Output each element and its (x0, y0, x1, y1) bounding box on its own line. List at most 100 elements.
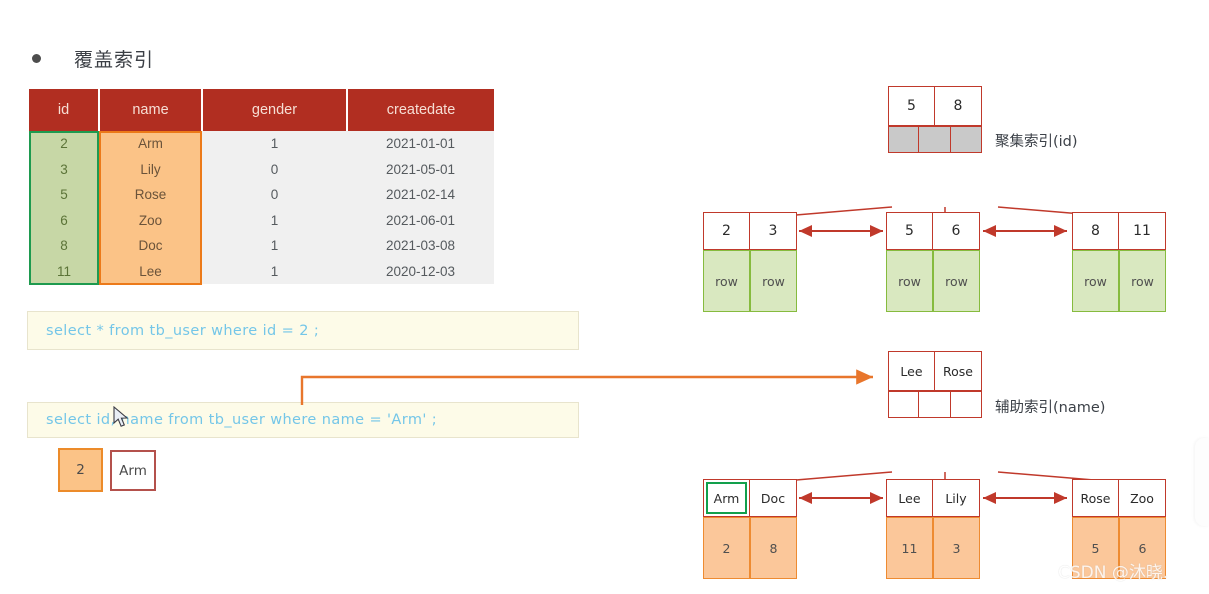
cell-name: Arm (99, 131, 202, 157)
cell-id: 11 (29, 258, 99, 284)
table-row: 8 Doc 1 2021-03-08 (29, 233, 494, 259)
leaf-key-cell: Rose (1072, 479, 1119, 517)
leaf-data-cell: row (1119, 250, 1166, 312)
leaf-key-row: Rose Zoo (1072, 479, 1166, 517)
root-key-row: Lee Rose (888, 351, 982, 391)
leaf-key-cell: 2 (703, 212, 750, 250)
root-key-row: 5 8 (888, 86, 982, 126)
cell-id: 2 (29, 131, 99, 157)
clustered-sibling-arrow-1 (799, 225, 883, 237)
leaf-data-cell: row (750, 250, 797, 312)
leaf-key-row: 8 11 (1072, 212, 1166, 250)
leaf-key-cell: Lee (886, 479, 933, 517)
table-row: 6 Zoo 1 2021-06-01 (29, 207, 494, 233)
table-row: 3 Lily 0 2021-05-01 (29, 156, 494, 182)
root-pointer-cell (919, 391, 951, 418)
result-chip-id: 2 (58, 448, 103, 492)
leaf-data-row: 2 8 (703, 517, 797, 579)
root-pointer-cell (888, 126, 920, 153)
leaf-data-cell: row (886, 250, 933, 312)
cell-id: 8 (29, 233, 99, 259)
root-key-cell: Lee (888, 351, 935, 391)
secondary-sibling-arrow-2 (983, 492, 1067, 504)
leaf-data-cell: 3 (933, 517, 980, 579)
table-row: 5 Rose 0 2021-02-14 (29, 182, 494, 208)
cell-date: 2021-02-14 (347, 182, 494, 208)
cell-name: Lily (99, 156, 202, 182)
secondary-index-label: 辅助索引(name) (995, 400, 1106, 416)
secondary-index-root-node: Lee Rose (888, 351, 982, 418)
leaf-data-row: row row (703, 250, 797, 312)
bullet-dot-icon (32, 54, 41, 63)
page-heading: 覆盖索引 (32, 45, 154, 72)
table-row: 11 Lee 1 2020-12-03 (29, 258, 494, 284)
cell-gender: 0 (202, 156, 347, 182)
root-key-cell: 8 (935, 86, 982, 126)
leaf-key-cell: Doc (750, 479, 797, 517)
leaf-key-cell: Zoo (1119, 479, 1166, 517)
column-header-id: id (29, 89, 100, 131)
column-header-name: name (99, 89, 203, 131)
table-header-row: id name gender createdate (29, 89, 494, 131)
column-header-gender: gender (202, 89, 348, 131)
root-pointer-row (888, 391, 982, 418)
user-data-table: id name gender createdate 2 Arm 1 2021-0… (29, 89, 494, 285)
cell-id: 5 (29, 182, 99, 208)
root-pointer-cell (950, 391, 982, 418)
secondary-sibling-arrow-1 (799, 492, 883, 504)
leaf-key-row: Lee Lily (886, 479, 980, 517)
column-header-createdate: createdate (347, 89, 494, 131)
leaf-key-cell: 3 (750, 212, 797, 250)
cell-id: 3 (29, 156, 99, 182)
cell-name: Rose (99, 182, 202, 208)
leaf-data-cell: row (1072, 250, 1119, 312)
leaf-key-cell: 5 (886, 212, 933, 250)
slide-canvas: 覆盖索引 id name gender createdate 2 Arm 1 2… (0, 0, 1209, 594)
cell-gender: 1 (202, 233, 347, 259)
sql-query-1-text: select * from tb_user where id = 2 ; (46, 322, 320, 339)
leaf-data-row: 11 3 (886, 517, 980, 579)
cell-name: Lee (99, 258, 202, 284)
root-pointer-cell (888, 391, 920, 418)
clustered-sibling-arrow-2 (983, 225, 1067, 237)
cell-id: 6 (29, 207, 99, 233)
leaf-key-cell: Lily (933, 479, 980, 517)
leaf-data-cell: row (703, 250, 750, 312)
connector-arrow (300, 369, 873, 405)
leaf-key-cell: 8 (1072, 212, 1119, 250)
sql-query-2-text: select id, name from tb_user where name … (46, 412, 438, 428)
leaf-data-cell: row (933, 250, 980, 312)
leaf-key-row: 2 3 (703, 212, 797, 250)
cell-name: Doc (99, 233, 202, 259)
leaf-key-cell: 6 (933, 212, 980, 250)
cell-date: 2021-06-01 (347, 207, 494, 233)
leaf-data-row: row row (886, 250, 980, 312)
page-title: 覆盖索引 (74, 49, 155, 71)
cell-name: Zoo (99, 207, 202, 233)
leaf-data-cell: 11 (886, 517, 933, 579)
result-chip-name: Arm (110, 450, 156, 491)
table-row: 2 Arm 1 2021-01-01 (29, 131, 494, 157)
cell-date: 2021-05-01 (347, 156, 494, 182)
mouse-pointer-icon (113, 406, 129, 427)
root-key-cell: Rose (935, 351, 982, 391)
secondary-leaf-node-2: Lee Lily 11 3 (886, 479, 980, 579)
cell-date: 2021-03-08 (347, 233, 494, 259)
right-edge-panel (1195, 438, 1209, 526)
cell-date: 2020-12-03 (347, 258, 494, 284)
root-pointer-cell (919, 126, 951, 153)
cell-gender: 0 (202, 182, 347, 208)
clustered-index-root-node: 5 8 (888, 86, 982, 153)
clustered-leaf-node-1: 2 3 row row (703, 212, 797, 312)
clustered-index-label: 聚集索引(id) (995, 134, 1078, 150)
root-pointer-cell (950, 126, 982, 153)
watermark: CSDN @沐晓. (1058, 563, 1169, 583)
leaf-data-row: row row (1072, 250, 1166, 312)
sql-query-1[interactable]: select * from tb_user where id = 2 ; (27, 311, 579, 350)
leaf-data-cell: 2 (703, 517, 750, 579)
leaf-data-cell: 8 (750, 517, 797, 579)
arm-key-highlight (706, 482, 747, 514)
leaf-key-cell: 11 (1119, 212, 1166, 250)
root-key-cell: 5 (888, 86, 935, 126)
cell-gender: 1 (202, 258, 347, 284)
